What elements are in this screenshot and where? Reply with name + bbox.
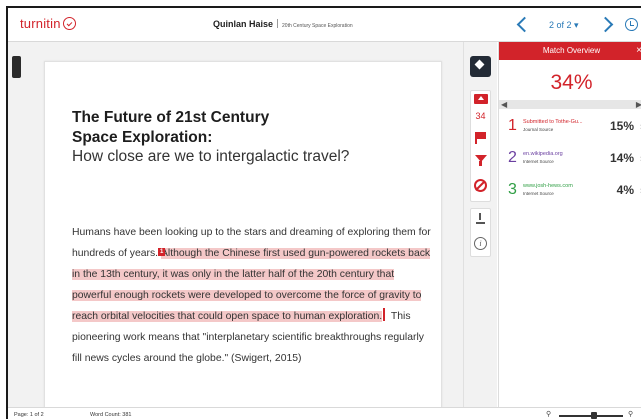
page-selector[interactable]: 2 of 2 ▾	[549, 20, 579, 31]
source-item[interactable]: 2 en.wikipedia.org Internet Source 14% ›	[499, 146, 641, 176]
source-name[interactable]: en.wikipedia.org	[523, 151, 598, 157]
scroll-right-icon[interactable]: ▶	[636, 100, 641, 109]
left-rail	[8, 42, 32, 407]
document-heading: The Future of 21st Century Space Explora…	[72, 108, 402, 148]
zoom-in-icon[interactable]: ⚲	[628, 410, 633, 418]
document-title: Quinlan Haise 20th Century Space Explorat…	[213, 19, 353, 29]
zoom-out-icon[interactable]: ⚲	[546, 410, 551, 418]
match-overview-panel: Match Overview × 34% ◀ ▶ 1 Submitted to …	[498, 42, 641, 407]
document-actions: i	[470, 208, 491, 257]
zoom-slider-handle[interactable]	[590, 412, 597, 419]
app-window: turnitin Quinlan Haise 20th Century Space…	[6, 6, 641, 419]
source-percent: 15%	[609, 119, 634, 133]
top-bar: turnitin Quinlan Haise 20th Century Space…	[8, 8, 641, 42]
similarity-tools: 34	[470, 90, 491, 202]
word-count: Word Count: 381	[90, 412, 132, 418]
source-percent: 14%	[609, 151, 634, 165]
match-overview-icon[interactable]	[474, 94, 488, 104]
scroll-left-icon[interactable]: ◀	[501, 100, 507, 109]
exclude-icon[interactable]	[474, 179, 487, 192]
source-type: Internet Source	[523, 159, 554, 164]
next-page-chevron-icon[interactable]	[600, 15, 614, 33]
zoom-slider[interactable]	[559, 412, 623, 419]
download-icon[interactable]	[476, 213, 485, 225]
document-viewer: The Future of 21st Century Space Explora…	[32, 42, 463, 419]
match-end-marker	[383, 308, 386, 321]
page-count: Page: 1 of 2	[14, 412, 44, 418]
status-bar: Page: 1 of 2 Word Count: 381 ⚲ ⚲	[8, 407, 641, 419]
match-overview-header: Match Overview ×	[499, 42, 641, 60]
source-item[interactable]: 3 www.josh-hews.com Internet Source 4% ›	[499, 178, 641, 208]
source-number: 3	[508, 181, 517, 198]
close-icon[interactable]: ×	[636, 42, 641, 60]
highlighted-match-text[interactable]: Although the Chinese first used gun-powe…	[72, 248, 431, 322]
source-type: Journal Source	[523, 127, 554, 132]
sidebar-toggle-handle[interactable]	[12, 56, 21, 78]
tool-column: 34 i	[463, 42, 497, 407]
history-clock-icon[interactable]	[625, 18, 638, 31]
panel-title: Match Overview	[542, 46, 601, 55]
info-icon[interactable]: i	[474, 237, 487, 250]
document-subheading: How close are we to intergalactic travel…	[72, 148, 350, 165]
filter-icon-stem	[479, 161, 482, 166]
logo-text: turnitin	[20, 16, 61, 31]
heading-line-1: The Future of 21st Century	[72, 109, 270, 126]
similarity-percent: 34%	[550, 71, 593, 94]
layers-icon[interactable]	[470, 56, 491, 77]
source-percent: 4%	[616, 183, 634, 197]
heading-line-2: Space Exploration:	[72, 129, 213, 146]
source-name[interactable]: www.josh-hews.com	[523, 183, 598, 189]
turnitin-logo: turnitin	[20, 16, 76, 31]
source-number: 2	[508, 149, 517, 166]
source-item[interactable]: 1 Submitted to Tothe-Gu... Journal Sourc…	[499, 114, 641, 144]
source-scrollbar[interactable]: ◀ ▶	[499, 100, 641, 109]
logo-check-icon	[62, 17, 76, 30]
title-divider	[277, 19, 279, 28]
author-name: Quinlan Haise	[213, 19, 274, 29]
document-subtitle: 20th Century Space Exploration	[282, 23, 353, 29]
document-paragraph: Humans have been looking up to the stars…	[72, 222, 432, 369]
flag-icon[interactable]	[475, 132, 486, 144]
source-type: Internet Source	[523, 191, 554, 196]
source-number: 1	[508, 117, 517, 134]
match-marker-number[interactable]: 1	[157, 248, 166, 256]
previous-page-chevron-icon[interactable]	[515, 15, 529, 33]
match-count[interactable]: 34	[471, 111, 490, 121]
source-name[interactable]: Submitted to Tothe-Gu...	[523, 119, 598, 125]
